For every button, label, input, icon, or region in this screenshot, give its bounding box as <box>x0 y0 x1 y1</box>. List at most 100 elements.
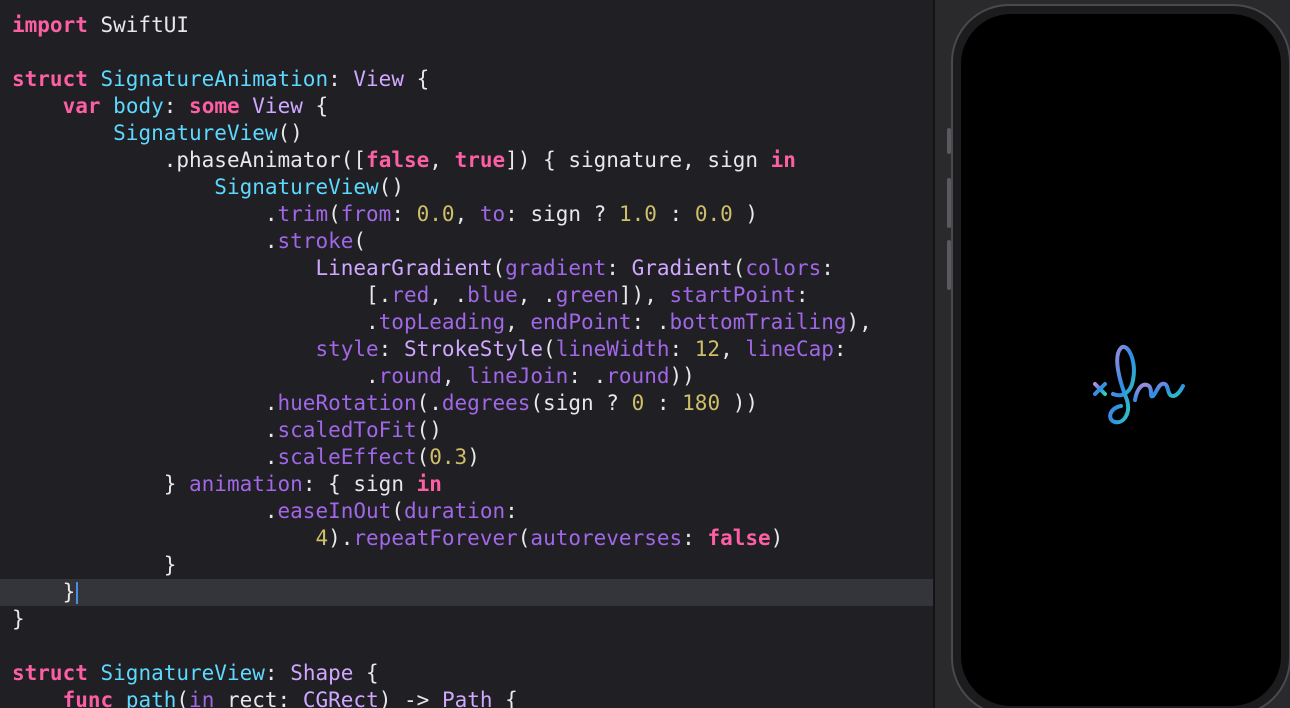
code-line[interactable]: .hueRotation(.degrees(sign ? 0 : 180 )) <box>0 390 933 417</box>
code-line[interactable]: .topLeading, endPoint: .bottomTrailing), <box>0 309 933 336</box>
code-line-text: var body: some View { <box>12 93 329 120</box>
code-token: { <box>492 688 518 708</box>
code-line[interactable]: style: StrokeStyle(lineWidth: 12, lineCa… <box>0 336 933 363</box>
code-token: ]) { signature, sign <box>505 148 771 172</box>
code-line-text: } <box>12 552 177 579</box>
code-token: ( <box>353 229 367 253</box>
code-token: 4 <box>315 526 329 550</box>
code-line[interactable]: } <box>0 606 933 633</box>
code-token: SignatureView <box>100 661 265 685</box>
code-line[interactable]: } <box>0 552 933 579</box>
code-token: , <box>441 364 468 388</box>
phone-screen <box>961 14 1281 706</box>
code-line[interactable]: SignatureView() <box>0 174 933 201</box>
code-token: 0.0 <box>694 202 733 226</box>
iphone-frame <box>951 4 1290 708</box>
code-token: scaledToFit <box>277 418 417 442</box>
code-token: false <box>366 148 430 172</box>
code-token: } <box>12 553 177 577</box>
code-token: () <box>378 175 404 199</box>
code-token: some <box>189 94 240 118</box>
code-token: body <box>113 94 164 118</box>
code-line-text: } <box>12 579 79 606</box>
code-token: StrokeStyle <box>403 337 544 361</box>
code-line-text: 4).repeatForever(autoreverses: false) <box>12 525 783 552</box>
code-token: CGRect <box>302 688 379 708</box>
code-line[interactable]: 4).repeatForever(autoreverses: false) <box>0 525 933 552</box>
code-line[interactable]: .scaledToFit() <box>0 417 933 444</box>
code-line-text: .phaseAnimator([false, true]) { signatur… <box>12 147 796 174</box>
code-line[interactable]: } animation: { sign in <box>0 471 933 498</box>
code-token: SignatureAnimation <box>100 67 329 91</box>
code-line-text: .hueRotation(.degrees(sign ? 0 : 180 )) <box>12 390 758 417</box>
code-token: phaseAnimator <box>176 148 341 172</box>
code-line[interactable]: .phaseAnimator([false, true]) { signatur… <box>0 147 933 174</box>
code-line[interactable]: func path(in rect: CGRect) -> Path { <box>0 687 933 708</box>
code-token: in <box>416 472 442 496</box>
code-line[interactable]: } <box>0 579 933 606</box>
code-line[interactable]: .stroke( <box>0 228 933 255</box>
code-token: : <box>821 256 834 280</box>
code-token: { <box>353 661 379 685</box>
code-token: . <box>12 364 379 388</box>
code-token: ( <box>732 256 746 280</box>
code-token: : . <box>631 310 670 334</box>
code-token: ( <box>517 526 531 550</box>
code-token: duration <box>403 499 506 523</box>
code-token: (. <box>416 391 442 415</box>
code-token: degrees <box>441 391 531 415</box>
code-token: LinearGradient <box>315 256 493 280</box>
code-line-text: LinearGradient(gradient: Gradient(colors… <box>12 255 834 282</box>
code-line[interactable]: .easeInOut(duration: <box>0 498 933 525</box>
code-token: to <box>479 202 506 226</box>
code-token: lineWidth <box>555 337 670 361</box>
code-token: SignatureView <box>214 175 379 199</box>
code-line-text: func path(in rect: CGRect) -> Path { <box>12 687 518 708</box>
code-line[interactable]: .scaleEffect(0.3) <box>0 444 933 471</box>
code-line-text: .stroke( <box>12 228 366 255</box>
code-token: from <box>340 202 392 226</box>
code-token: () <box>277 121 303 145</box>
code-line[interactable]: struct SignatureAnimation: View { <box>0 66 933 93</box>
code-token: colors <box>745 256 822 280</box>
code-token: round <box>378 364 442 388</box>
code-line[interactable]: .trim(from: 0.0, to: sign ? 1.0 : 0.0 ) <box>0 201 933 228</box>
code-line[interactable] <box>0 39 933 66</box>
code-line[interactable]: LinearGradient(gradient: Gradient(colors… <box>0 255 933 282</box>
code-line-text: .scaledToFit() <box>12 417 442 444</box>
code-token: , . <box>517 283 556 307</box>
code-line[interactable] <box>0 633 933 660</box>
code-line[interactable]: var body: some View { <box>0 93 933 120</box>
code-token: ) <box>732 202 759 226</box>
code-line-text: style: StrokeStyle(lineWidth: 12, lineCa… <box>12 336 846 363</box>
code-token: 12 <box>694 337 721 361</box>
code-line-text: SignatureView() <box>12 174 404 201</box>
code-line-text: } animation: { sign in <box>12 471 442 498</box>
code-token: ), <box>846 310 872 334</box>
code-token: in <box>189 688 215 708</box>
code-token: ( <box>328 202 341 226</box>
code-line-text: .round, lineJoin: .round)) <box>12 363 695 390</box>
code-line[interactable]: import SwiftUI <box>0 12 933 39</box>
code-token: : <box>378 337 404 361</box>
code-token: var <box>62 94 101 118</box>
code-token: Path <box>441 688 493 708</box>
code-token: 0 <box>631 391 645 415</box>
code-token: round <box>606 364 670 388</box>
code-line[interactable]: struct SignatureView: Shape { <box>0 660 933 687</box>
code-editor[interactable]: import SwiftUI struct SignatureAnimation:… <box>0 0 933 708</box>
code-token: bottomTrailing <box>669 310 847 334</box>
code-token: } <box>12 472 190 496</box>
code-token: ) <box>770 526 784 550</box>
code-token: : <box>656 202 695 226</box>
code-line[interactable]: .round, lineJoin: .round)) <box>0 363 933 390</box>
code-line[interactable]: [.red, .blue, .green]), startPoint: <box>0 282 933 309</box>
code-line[interactable]: SignatureView() <box>0 120 933 147</box>
